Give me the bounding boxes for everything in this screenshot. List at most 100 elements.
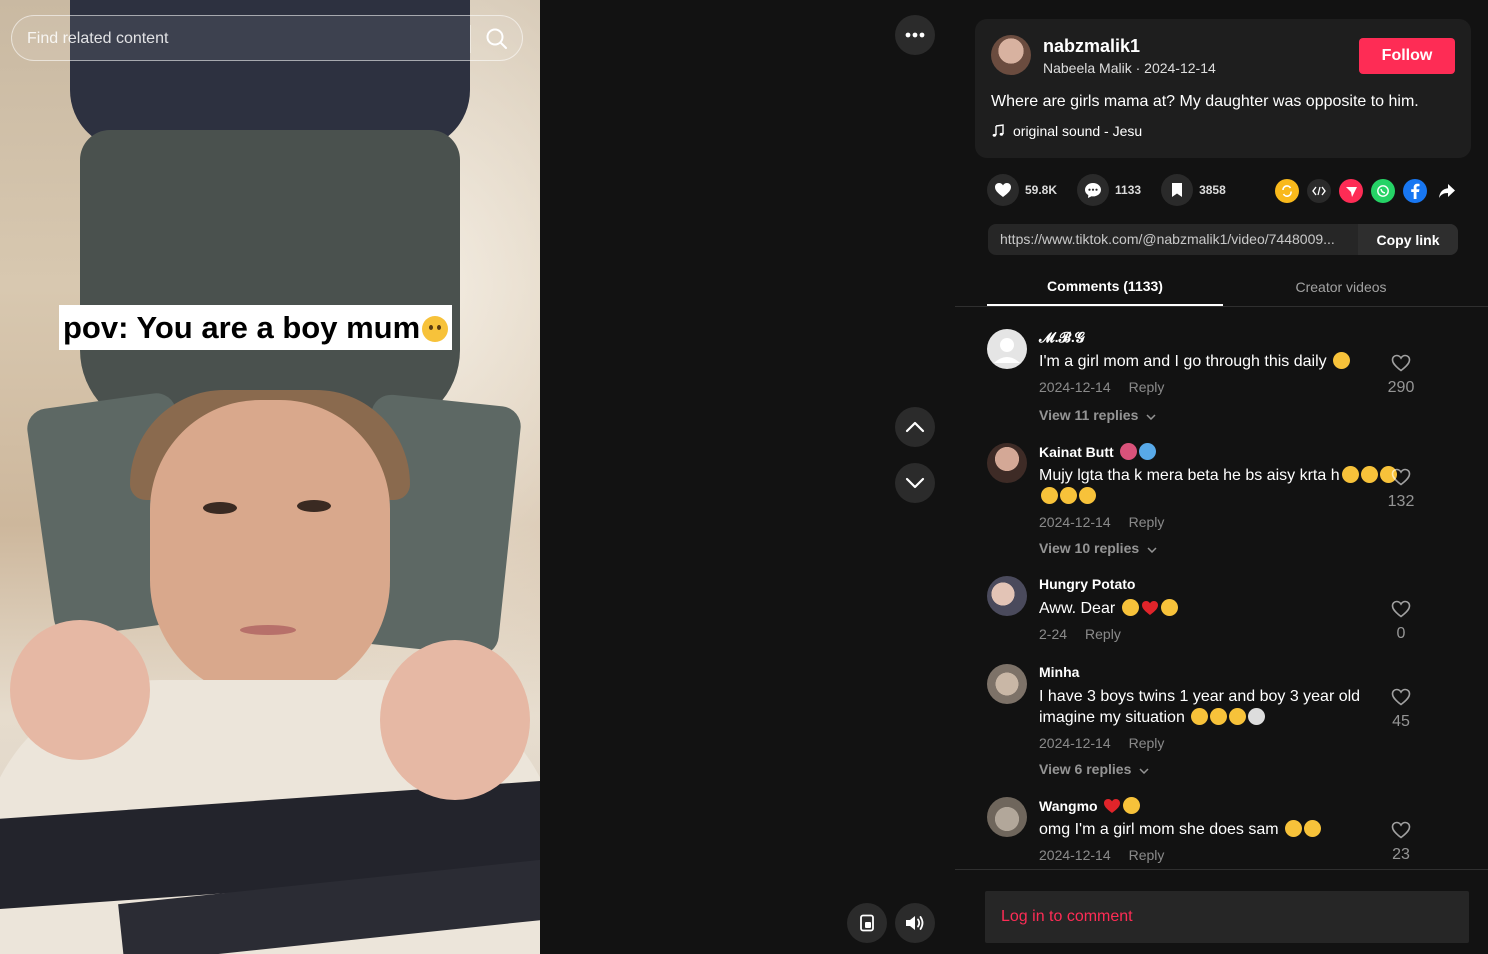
comment-meta: 2024-12-14 Reply [1039, 514, 1164, 530]
comment-meta: 2024-12-14 Reply [1039, 379, 1164, 395]
send-button[interactable] [1339, 179, 1363, 203]
comment-like-button[interactable]: 132 [1381, 468, 1421, 511]
view-replies-button[interactable]: View 11 replies [1039, 407, 1156, 423]
previous-video-button[interactable] [895, 407, 935, 447]
red-heart-emoji-icon [1103, 798, 1121, 815]
miniplayer-icon [860, 914, 874, 932]
commenter-name[interactable]: Wangmo [1039, 797, 1141, 815]
comment-like-button[interactable]: 45 [1381, 688, 1421, 731]
commenter-avatar[interactable] [987, 576, 1027, 616]
commenter-avatar[interactable] [987, 443, 1027, 483]
comment-item: Minha I have 3 boys twins 1 year and boy… [987, 664, 1467, 784]
heart-icon [995, 183, 1011, 197]
view-replies-button[interactable]: View 6 replies [1039, 761, 1149, 777]
commenter-name[interactable]: Kainat Butt [1039, 443, 1156, 460]
repost-button[interactable] [1275, 179, 1299, 203]
comment-button[interactable]: 1133 [1077, 174, 1141, 206]
reply-button[interactable]: Reply [1085, 626, 1121, 642]
comment-icon-wrap [1077, 174, 1110, 206]
save-count: 3858 [1199, 183, 1226, 197]
sound-link[interactable]: original sound - Jesu [991, 123, 1142, 139]
saluting-face-emoji-icon [422, 316, 449, 342]
rofl-emoji-icon [1079, 487, 1096, 504]
comment-item: Kainat Butt Mujy lgta tha k mera beta he… [987, 443, 1467, 556]
more-options-button[interactable] [895, 15, 935, 55]
commenter-name-text: Kainat Butt [1039, 444, 1114, 460]
whatsapp-button[interactable] [1371, 179, 1395, 203]
video-mouth [240, 625, 296, 635]
login-to-comment-button[interactable]: Log in to comment [985, 891, 1469, 943]
comment-like-button[interactable]: 0 [1381, 600, 1421, 643]
reply-button[interactable]: Reply [1129, 514, 1165, 530]
like-count: 59.8K [1025, 183, 1058, 197]
bookmark-icon [1172, 183, 1183, 197]
facebook-icon [1411, 183, 1420, 199]
commenter-avatar[interactable] [987, 797, 1027, 837]
butterfly-emoji-icon [1138, 443, 1156, 460]
flushed-face-emoji-icon [1341, 466, 1359, 483]
tab-comments[interactable]: Comments (1133) [987, 268, 1223, 306]
reply-button[interactable]: Reply [1129, 735, 1165, 751]
comment-like-count: 0 [1396, 625, 1406, 642]
tab-creator-videos[interactable]: Creator videos [1223, 268, 1459, 306]
comment-like-button[interactable]: 290 [1381, 354, 1421, 397]
comment-meta: 2024-12-14 Reply [1039, 847, 1164, 863]
comment-item: Wangmo omg I'm a girl mom she does sam 2… [987, 797, 1467, 867]
weary-face-emoji-icon [1360, 466, 1378, 483]
reply-button[interactable]: Reply [1129, 847, 1165, 863]
comment-like-count: 45 [1392, 713, 1410, 730]
share-more-button[interactable] [1435, 179, 1459, 203]
default-avatar-icon [994, 338, 1020, 363]
reply-button[interactable]: Reply [1129, 379, 1165, 395]
video-link-text[interactable]: https://www.tiktok.com/@nabzmalik1/video… [1000, 231, 1356, 247]
volume-button[interactable] [895, 903, 935, 943]
view-replies-label: View 11 replies [1039, 407, 1139, 423]
send-icon [1345, 186, 1357, 197]
video-face [150, 400, 390, 700]
search-input[interactable] [27, 26, 457, 52]
heart-emoji-icon [1119, 443, 1137, 460]
chevron-up-icon [905, 421, 925, 433]
like-button[interactable]: 59.8K [987, 174, 1057, 206]
video-caption-text: pov: You are a boy mum [63, 310, 421, 345]
chevron-down-icon [1139, 768, 1149, 775]
heart-outline-icon [1391, 688, 1411, 706]
video-controls-area [540, 0, 955, 954]
view-replies-label: View 6 replies [1039, 761, 1132, 777]
commenter-avatar[interactable] [987, 329, 1027, 369]
author-username[interactable]: nabzmalik1 [1043, 36, 1140, 57]
comment-list[interactable]: 𝓜.𝓑.𝓖 I'm a girl mom and I go through th… [955, 307, 1488, 869]
commenter-name[interactable]: Hungry Potato [1039, 576, 1135, 592]
author-avatar[interactable] [991, 35, 1031, 75]
embed-button[interactable] [1307, 179, 1331, 203]
comment-text: Aww. Dear [1039, 598, 1414, 619]
save-button[interactable]: 3858 [1161, 174, 1226, 206]
comment-meta: 2-24 Reply [1039, 626, 1121, 642]
copy-link-button[interactable]: Copy link [1358, 224, 1458, 255]
whatsapp-icon [1377, 185, 1389, 197]
comment-like-button[interactable]: 23 [1381, 821, 1421, 864]
comment-text: I have 3 boys twins 1 year and boy 3 yea… [1039, 686, 1414, 728]
white-heart-emoji-icon [1248, 708, 1266, 725]
search-divider [470, 25, 471, 53]
facebook-button[interactable] [1403, 179, 1427, 203]
commenter-name[interactable]: 𝓜.𝓑.𝓖 [1039, 329, 1085, 346]
follow-button[interactable]: Follow [1359, 38, 1455, 74]
heart-outline-icon [1391, 821, 1411, 839]
comment-text-content: Aww. Dear [1039, 600, 1116, 617]
comment-tabs: Comments (1133) Creator videos [955, 268, 1488, 307]
miniplayer-button[interactable] [847, 903, 887, 943]
details-panel: nabzmalik1 Nabeela Malik · 2024-12-14 Fo… [955, 0, 1488, 954]
commenter-avatar[interactable] [987, 664, 1027, 704]
commenter-name[interactable]: Minha [1039, 664, 1079, 680]
rofl-emoji-icon [1285, 820, 1303, 837]
next-video-button[interactable] [895, 463, 935, 503]
chevron-down-icon [1146, 414, 1156, 421]
video-player[interactable]: pov: You are a boy mum [0, 0, 540, 954]
save-icon-wrap [1161, 174, 1194, 206]
heart-outline-icon [1391, 600, 1411, 618]
share-arrow-icon [1439, 184, 1455, 198]
view-replies-button[interactable]: View 10 replies [1039, 540, 1157, 556]
search-button[interactable] [480, 22, 514, 56]
cat-laughing-emoji-icon [1229, 708, 1247, 725]
